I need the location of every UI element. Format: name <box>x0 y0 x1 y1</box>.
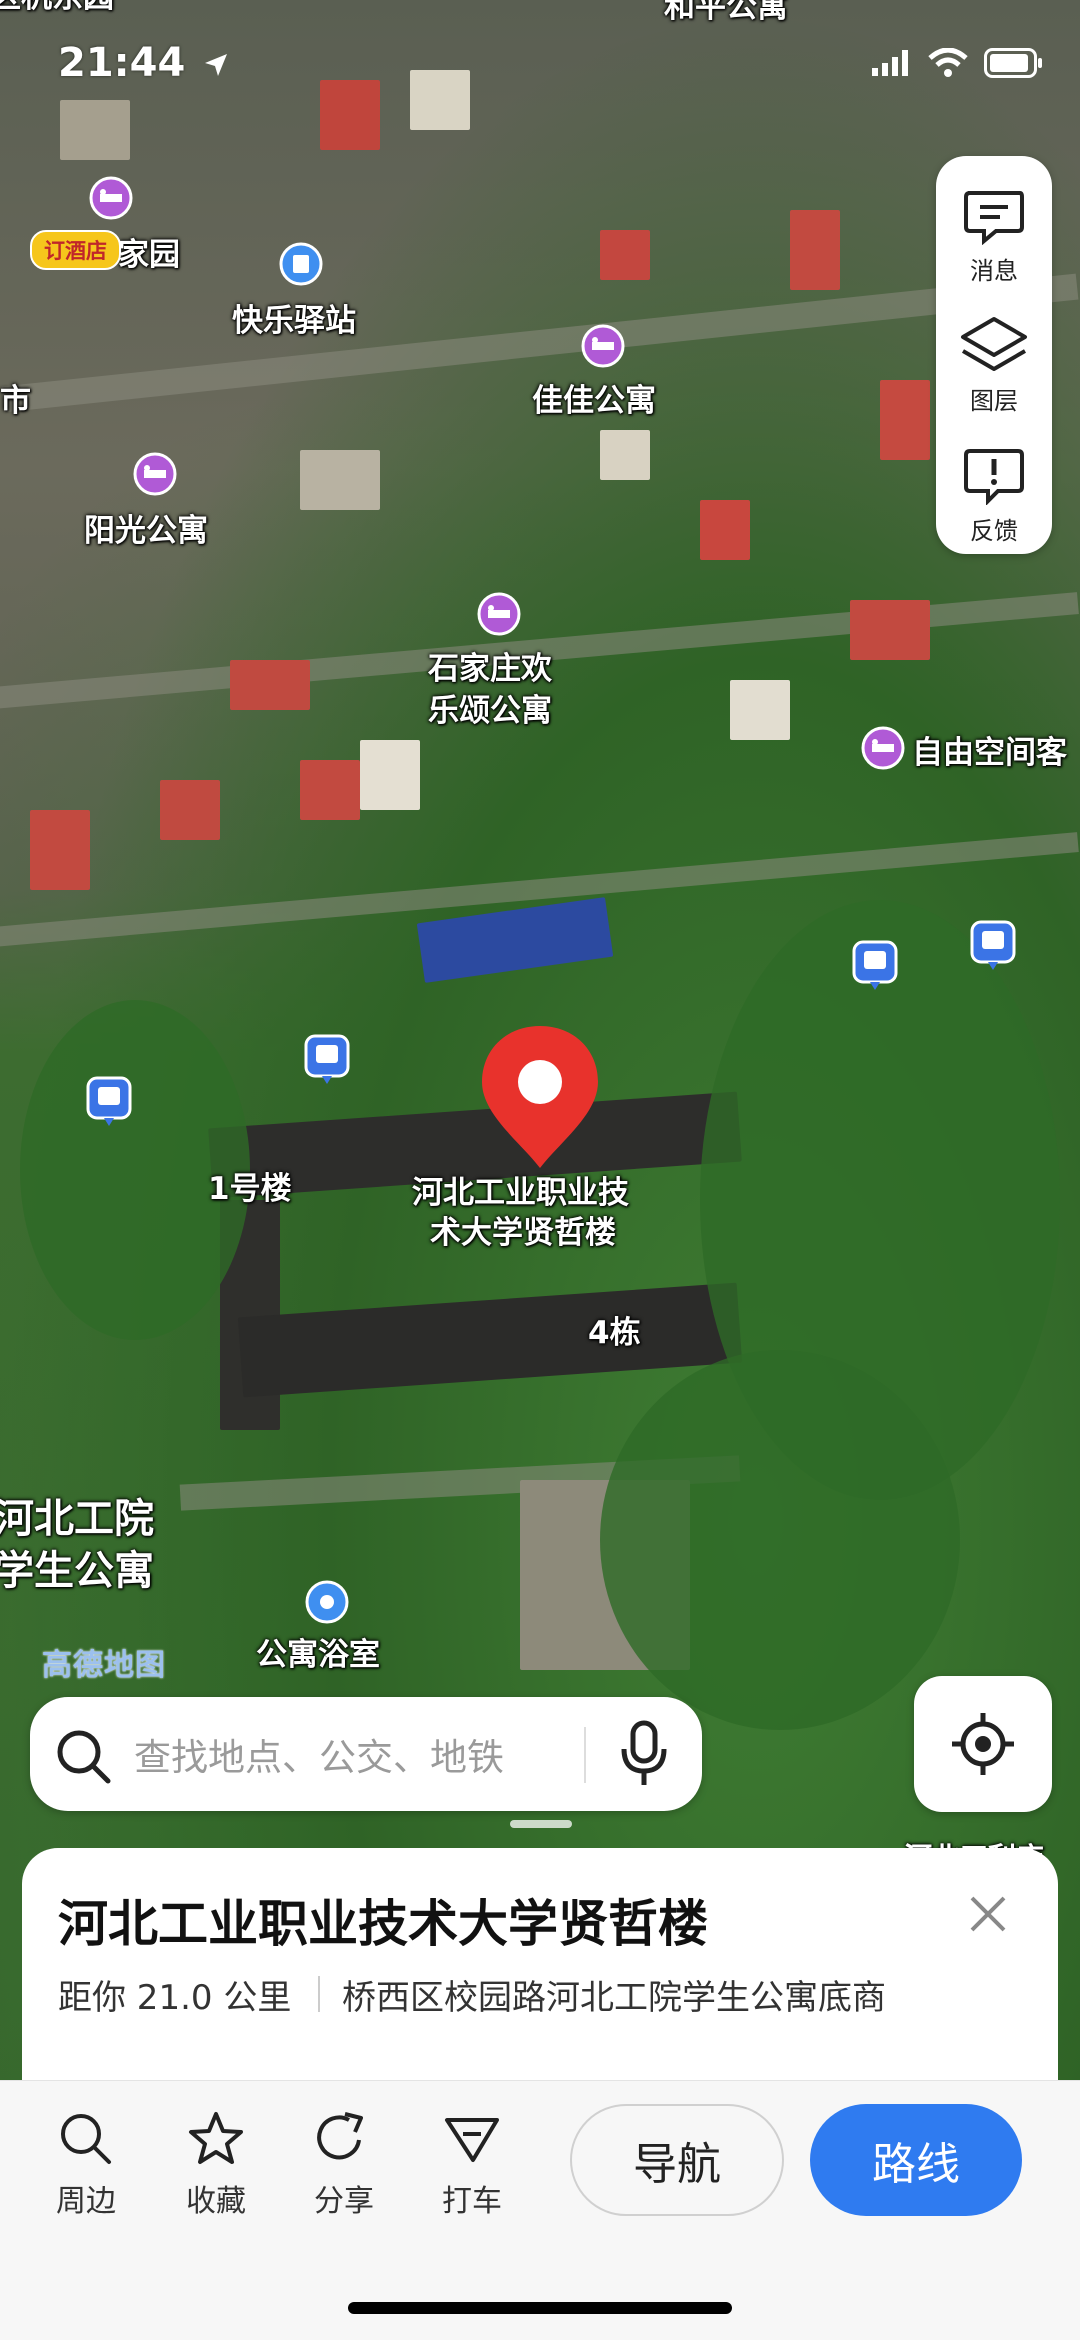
hotel-poi-icon[interactable] <box>858 726 908 776</box>
search-input[interactable]: 查找地点、公交、地铁 <box>134 1727 504 1781</box>
map-building <box>730 680 790 740</box>
message-icon <box>964 191 1024 245</box>
search-nearby-icon <box>61 2114 111 2164</box>
map-label: 市 <box>0 383 31 419</box>
map-building <box>230 660 310 710</box>
microphone-icon[interactable] <box>616 1719 672 1789</box>
place-address: 桥西区校园路河北工院学生公寓底商 <box>342 1978 886 2018</box>
inn-poi-icon[interactable] <box>276 242 326 292</box>
map-label[interactable]: 石家庄欢 <box>428 650 552 689</box>
feedback-button[interactable]: 反馈 <box>936 426 1052 546</box>
feedback-icon <box>964 449 1024 505</box>
map-label[interactable]: 学生公寓 <box>0 1546 154 1596</box>
map-building <box>360 740 420 810</box>
map-label: 和平公寓 <box>664 0 788 25</box>
map-label[interactable]: 佳佳公寓 <box>532 382 656 421</box>
amap-logo: 高德地图 <box>42 1648 166 1683</box>
taxi-label: 打车 <box>442 2184 502 2219</box>
layers-icon <box>961 317 1027 371</box>
status-time: 21:44 <box>58 40 229 86</box>
map-building <box>416 897 614 983</box>
locate-icon <box>952 1713 1014 1775</box>
map-building <box>700 500 750 560</box>
hotel-poi-icon[interactable] <box>578 324 628 374</box>
map-building <box>320 80 380 150</box>
location-arrow-icon <box>205 54 228 76</box>
share-label: 分享 <box>314 2184 374 2219</box>
share-icon <box>317 2112 363 2160</box>
map-building <box>160 780 220 840</box>
layers-label: 图层 <box>970 387 1018 415</box>
map-building <box>600 230 650 280</box>
map-building <box>300 760 360 820</box>
map-label[interactable]: 阳光公寓 <box>84 512 208 551</box>
map-label[interactable]: 河北工业职业技 <box>412 1174 629 1213</box>
route-button[interactable]: 路线 <box>810 2104 1022 2216</box>
sheet-drag-handle[interactable] <box>510 1820 572 1828</box>
hotel-poi-icon[interactable] <box>130 452 180 502</box>
layers-button[interactable]: 图层 <box>936 296 1052 416</box>
map-building <box>880 380 930 460</box>
close-icon[interactable] <box>966 1892 1010 1936</box>
taxi-button[interactable]: 打车 <box>422 2110 522 2220</box>
hotel-poi-icon[interactable] <box>86 176 136 226</box>
locate-me-button[interactable] <box>914 1676 1052 1812</box>
feedback-label: 反馈 <box>970 517 1018 545</box>
navigate-button[interactable]: 导航 <box>570 2104 784 2216</box>
selected-location-pin-icon[interactable] <box>478 1022 602 1172</box>
map-label[interactable]: 公寓浴室 <box>256 1636 380 1675</box>
map-label[interactable]: 术大学贤哲楼 <box>430 1214 616 1253</box>
map-label: 1号楼 <box>208 1171 292 1207</box>
map-building <box>410 70 470 130</box>
favorite-label: 收藏 <box>186 2184 246 2219</box>
status-icons <box>872 48 1044 78</box>
map-side-panel: 消息 图层 反馈 <box>936 156 1052 554</box>
favorite-button[interactable]: 收藏 <box>166 2110 266 2220</box>
map-label: 区机东园 <box>0 0 114 17</box>
share-button[interactable]: 分享 <box>294 2110 394 2220</box>
map-label[interactable]: 河北工院 <box>0 1494 154 1544</box>
search-bar[interactable]: 查找地点、公交、地铁 <box>30 1697 702 1811</box>
bus-stop-icon[interactable] <box>304 1034 350 1086</box>
map-building <box>237 1282 743 1398</box>
status-time-text: 21:44 <box>58 40 186 86</box>
map-label[interactable]: 自由空间客 <box>912 734 1067 773</box>
place-distance: 距你 21.0 公里 <box>58 1978 292 2018</box>
map-label: 4栋 <box>588 1315 641 1351</box>
bus-stop-icon[interactable] <box>852 940 898 992</box>
book-hotel-badge[interactable]: 订酒店 <box>30 230 121 270</box>
map-tree <box>600 1350 960 1730</box>
map-building <box>790 210 840 290</box>
home-indicator[interactable] <box>348 2302 732 2314</box>
search-divider <box>584 1727 586 1783</box>
map-label[interactable]: 乐颂公寓 <box>428 692 552 731</box>
hotel-poi-icon[interactable] <box>474 592 524 642</box>
bus-stop-icon[interactable] <box>970 920 1016 972</box>
map-building <box>600 430 650 480</box>
bathhouse-poi-icon[interactable] <box>302 1580 352 1630</box>
search-icon <box>57 1730 111 1784</box>
map-building <box>60 100 130 160</box>
star-icon <box>189 2112 243 2164</box>
nearby-label: 周边 <box>56 2184 116 2219</box>
bus-stop-icon[interactable] <box>86 1076 132 1128</box>
taxi-icon <box>445 2118 499 2162</box>
battery-icon <box>984 48 1042 78</box>
cellular-signal-icon <box>872 50 908 76</box>
nearby-button[interactable]: 周边 <box>36 2110 136 2220</box>
map-building <box>850 600 930 660</box>
messages-button[interactable]: 消息 <box>936 166 1052 286</box>
map-label[interactable]: 快乐驿站 <box>232 302 356 341</box>
place-title: 河北工业职业技术大学贤哲楼 <box>58 1895 708 1953</box>
map-label[interactable]: 家园 <box>118 236 180 275</box>
map-building <box>30 810 90 890</box>
place-info-divider <box>318 1976 320 2012</box>
messages-label: 消息 <box>970 257 1018 285</box>
wifi-icon <box>928 48 968 77</box>
map-building <box>300 450 380 510</box>
